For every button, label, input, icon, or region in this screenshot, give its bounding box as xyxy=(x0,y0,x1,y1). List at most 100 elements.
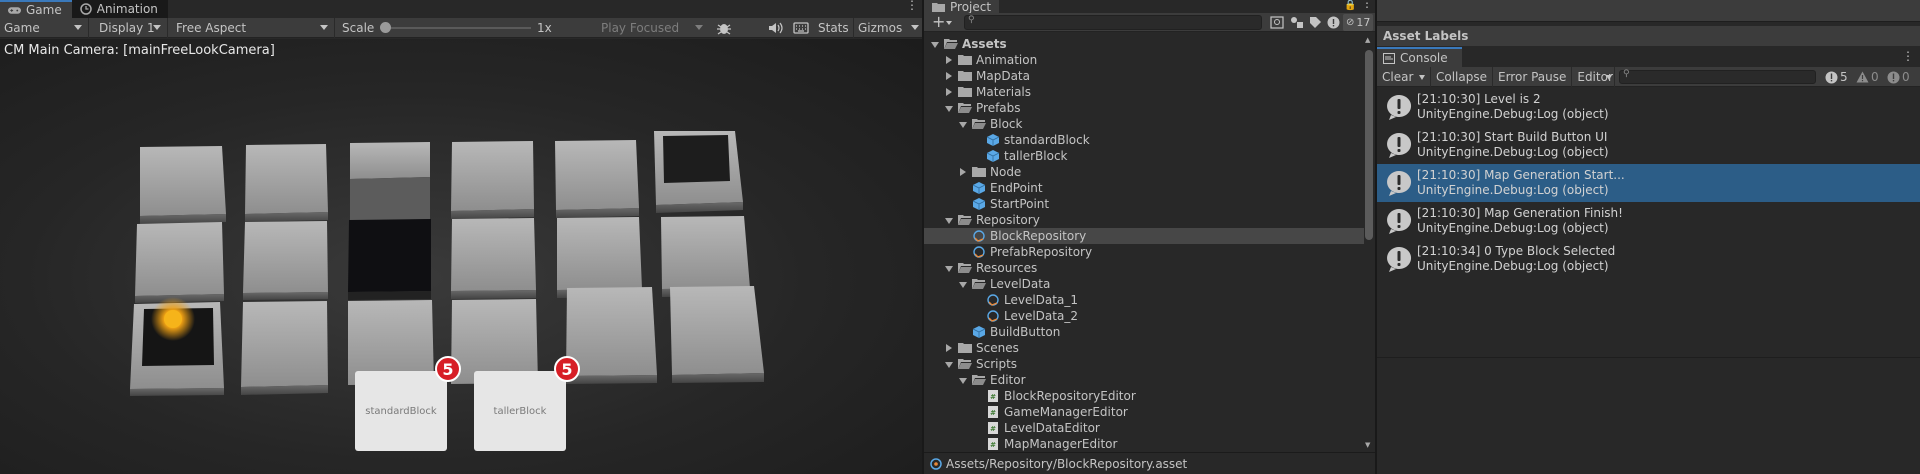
scriptable-object-icon xyxy=(973,230,985,242)
project-tree-item[interactable]: BuildButton xyxy=(924,324,1364,340)
expanded-arrow-icon[interactable] xyxy=(958,372,968,388)
search-by-type-icon[interactable] xyxy=(1270,16,1284,29)
game-toolbar: Game Display 1 Free Aspect Scale 1x Play… xyxy=(0,17,922,38)
project-tree-item[interactable]: # GameManagerEditor xyxy=(924,404,1364,420)
project-tree-item[interactable]: Prefabs xyxy=(924,100,1364,116)
expanded-arrow-icon[interactable] xyxy=(930,36,940,52)
console-log-entry[interactable]: [21:10:30] Map Generation Start... UnityE… xyxy=(1377,164,1920,202)
collapsed-arrow-icon[interactable] xyxy=(944,52,954,68)
collapsed-arrow-icon[interactable] xyxy=(944,68,954,84)
project-tree-item[interactable]: Resources xyxy=(924,260,1364,276)
asset-labels-header[interactable]: Asset Labels xyxy=(1377,26,1920,46)
scale-slider-track[interactable] xyxy=(383,27,531,29)
project-tree-item[interactable]: Assets xyxy=(924,36,1364,52)
collapsed-arrow-icon[interactable] xyxy=(958,164,968,180)
project-status-bar: Assets/Repository/BlockRepository.asset xyxy=(924,452,1375,474)
expanded-arrow-icon[interactable] xyxy=(944,100,954,116)
expanded-arrow-icon[interactable] xyxy=(944,260,954,276)
expanded-arrow-icon[interactable] xyxy=(958,116,968,132)
expanded-arrow-icon[interactable] xyxy=(944,356,954,372)
project-tree-item[interactable]: Scenes xyxy=(924,340,1364,356)
stats-button[interactable]: Stats xyxy=(818,21,849,35)
error-count-toggle[interactable]: 0 xyxy=(1887,69,1910,85)
keyboard-icon[interactable] xyxy=(793,21,809,35)
info-message-icon xyxy=(1387,133,1412,158)
project-tree-label: Node xyxy=(990,165,1022,179)
block-button-taller[interactable]: tallerBlock xyxy=(474,371,566,451)
project-tree-item[interactable]: LevelData_1 xyxy=(924,292,1364,308)
clear-button[interactable]: Clear xyxy=(1377,66,1431,87)
error-pause-button[interactable]: Error Pause xyxy=(1493,66,1573,87)
project-tree-item[interactable]: standardBlock xyxy=(924,132,1364,148)
play-mode-dropdown[interactable]: Play Focused xyxy=(597,18,709,38)
project-tree-item[interactable]: Block xyxy=(924,116,1364,132)
project-tree-item[interactable]: tallerBlock xyxy=(924,148,1364,164)
game-panel-menu-icon[interactable]: ⋮ xyxy=(906,0,918,11)
scroll-up-icon[interactable]: ▲ xyxy=(1365,36,1370,44)
console-log-entry[interactable]: [21:10:30] Start Build Button UI UnityEng… xyxy=(1377,126,1920,164)
console-log-entry[interactable]: [21:10:34] 0 Type Block Selected UnityEng… xyxy=(1377,240,1920,278)
project-tree-item[interactable]: PrefabRepository xyxy=(924,244,1364,260)
project-tree-item[interactable]: # MapManagerEditor xyxy=(924,436,1364,452)
console-search-input[interactable]: ⚲ xyxy=(1619,69,1816,84)
inspector-console-column: Asset Labels Console ⋮ Clear Collapse Er… xyxy=(1377,0,1920,474)
collapsed-arrow-icon[interactable] xyxy=(944,340,954,356)
project-tree-item[interactable]: MapData xyxy=(924,68,1364,84)
project-tree-item[interactable]: LevelData xyxy=(924,276,1364,292)
project-search-input[interactable]: ⚲ xyxy=(964,15,1262,30)
scale-label: Scale xyxy=(342,21,375,35)
scroll-down-icon[interactable]: ▼ xyxy=(1365,441,1370,449)
bug-icon[interactable] xyxy=(716,21,732,35)
console-log-entry[interactable]: [21:10:30] Level is 2 UnityEngine.Debug:L… xyxy=(1377,88,1920,126)
project-tree-item[interactable]: # LevelDataEditor xyxy=(924,420,1364,436)
project-tree-item[interactable]: LevelData_2 xyxy=(924,308,1364,324)
expanded-arrow-icon[interactable] xyxy=(958,276,968,292)
log-stacktrace: UnityEngine.Debug:Log (object) xyxy=(1417,221,1609,235)
project-tree-item[interactable]: Materials xyxy=(924,84,1364,100)
add-asset-button[interactable]: + xyxy=(932,13,945,31)
tab-console[interactable]: Console xyxy=(1377,47,1462,67)
collapse-button[interactable]: Collapse xyxy=(1431,66,1493,87)
lock-icon[interactable]: 🔒 xyxy=(1344,0,1356,11)
project-tree-item[interactable]: Scripts xyxy=(924,356,1364,372)
project-tree-label: Prefabs xyxy=(976,101,1021,115)
tab-game[interactable]: Game xyxy=(0,0,72,18)
console-log-entry[interactable]: [21:10:30] Map Generation Finish! UnityEn… xyxy=(1377,202,1920,240)
display-dropdown[interactable]: Display 1 xyxy=(89,17,168,38)
tab-animation[interactable]: Animation xyxy=(72,0,168,18)
info-icon xyxy=(1825,71,1838,83)
log-count-toggle[interactable]: 5 xyxy=(1825,69,1848,85)
warning-count-toggle[interactable]: 0 xyxy=(1856,69,1879,85)
log-message: [21:10:30] Map Generation Start... xyxy=(1417,168,1625,182)
project-scrollbar[interactable] xyxy=(1365,50,1373,240)
display-value: Display 1 xyxy=(99,20,155,35)
project-tree-item[interactable]: # BlockRepositoryEditor xyxy=(924,388,1364,404)
project-tree-label: BlockRepositoryEditor xyxy=(1004,389,1136,403)
project-tree-item[interactable]: EndPoint xyxy=(924,180,1364,196)
expanded-arrow-icon[interactable] xyxy=(944,212,954,228)
project-tree-item[interactable]: Editor xyxy=(924,372,1364,388)
block-button-standard[interactable]: standardBlock xyxy=(355,371,447,451)
console-menu-icon[interactable]: ⋮ xyxy=(1902,49,1914,63)
view-mode-dropdown[interactable]: Game xyxy=(0,17,89,38)
editor-target-dropdown[interactable]: Editor xyxy=(1572,66,1616,87)
filter-by-type-icon[interactable] xyxy=(1290,16,1304,29)
scale-slider-thumb[interactable] xyxy=(380,22,391,33)
game-viewport[interactable]: CM Main Camera: [mainFreeLookCamera] sta… xyxy=(0,39,922,474)
hidden-packages-toggle[interactable]: ⊘ 17 xyxy=(1343,14,1374,31)
project-tree-item[interactable]: Node xyxy=(924,164,1364,180)
project-tree-item[interactable]: Repository xyxy=(924,212,1364,228)
collapsed-arrow-icon[interactable] xyxy=(944,84,954,100)
warning-filter-icon[interactable] xyxy=(1327,16,1340,29)
gizmos-dropdown[interactable]: Gizmos xyxy=(853,17,922,38)
aspect-dropdown[interactable]: Free Aspect xyxy=(168,17,335,38)
panel-menu-icon[interactable]: ⋮ xyxy=(1361,0,1373,10)
project-tree-item[interactable]: BlockRepository xyxy=(924,228,1364,244)
speaker-icon[interactable] xyxy=(767,21,783,35)
project-tree-item[interactable]: Animation xyxy=(924,52,1364,68)
project-tree-item[interactable]: StartPoint xyxy=(924,196,1364,212)
label-tag-icon[interactable] xyxy=(1309,16,1322,29)
